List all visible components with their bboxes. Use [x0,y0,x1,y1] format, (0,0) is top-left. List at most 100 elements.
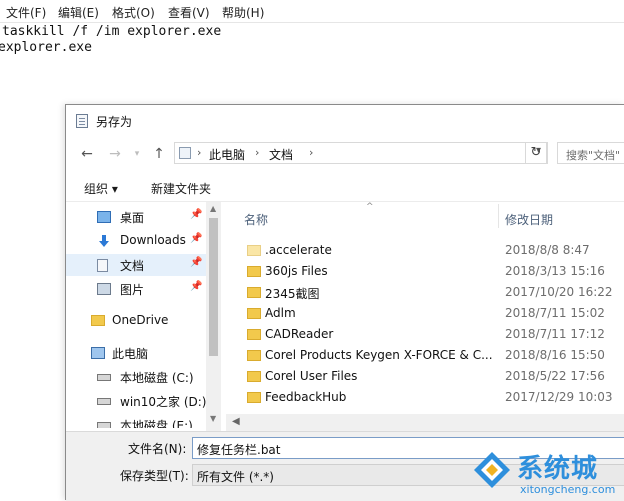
watermark-url: xitongcheng.com [520,483,616,496]
scroll-up-arrow-icon[interactable]: ▲ [210,204,216,213]
folder-icon [247,371,261,382]
address-bar[interactable]: › 此电脑 › 文档 › ▾ [174,142,548,164]
nav-item-this-pc[interactable]: 此电脑 [66,342,206,364]
column-name-header[interactable]: 名称 [244,211,268,228]
file-date: 2018/8/16 15:50 [505,348,605,362]
navigation-pane: 桌面 📌 Downloads 📌 文档 📌 图片 📌 OneDrive 此电脑 … [66,202,221,432]
nav-item-label: 本地磁盘 (C:) [120,371,194,385]
folder-icon [247,245,261,256]
column-divider[interactable] [498,204,499,228]
horizontal-scrollbar[interactable]: ◀ [226,414,624,431]
filetype-label: 保存类型(T): [120,469,189,483]
nav-item-downloads[interactable]: Downloads 📌 [66,230,206,252]
folder-icon [247,308,261,319]
dialog-toolbar: 组织 ▾ 新建文件夹 [66,173,624,201]
breadcrumb-separator: › [309,146,314,159]
pin-icon: 📌 [190,281,203,292]
file-name: Adlm [265,306,296,320]
pin-icon: 📌 [190,233,203,244]
site-watermark: 系统城 xitongcheng.com [472,446,624,499]
search-box[interactable]: 搜索"文档" [557,142,624,164]
file-name: Corel User Files [265,369,358,383]
file-row[interactable]: Corel User Files 2018/5/22 17:56 [226,366,624,387]
scroll-left-arrow-icon[interactable]: ◀ [232,416,240,427]
download-icon [97,235,111,247]
file-row[interactable]: 2345截图 2017/10/20 16:22 [226,282,624,303]
scroll-down-arrow-icon[interactable]: ▼ [210,414,216,423]
editor-line: explorer.exe [0,40,92,55]
notepad-editor[interactable]: taskkill /f /im explorer.exe explorer.exe [0,24,221,56]
back-arrow-icon[interactable]: ← [78,145,96,163]
filename-value: 修复任务栏.bat [197,443,281,457]
breadcrumb-this-pc[interactable]: 此电脑 [209,146,245,163]
file-row[interactable]: Corel Products Keygen X-FORCE & C... 201… [226,345,624,366]
nav-item-documents[interactable]: 文档 📌 [66,254,206,276]
notepad-menubar: 文件(F) 编辑(E) 格式(O) 查看(V) 帮助(H) [0,0,624,23]
forward-arrow-icon[interactable]: → [106,145,124,163]
search-input[interactable]: 搜索"文档" [566,147,620,163]
file-row[interactable]: 360js Files 2018/3/13 15:16 [226,261,624,282]
drive-icon [97,422,111,428]
column-date-header[interactable]: 修改日期 [505,211,553,228]
nav-item-pictures[interactable]: 图片 📌 [66,278,206,300]
file-date: 2018/7/11 15:02 [505,306,605,320]
folder-icon [247,287,261,298]
nav-item-label: 图片 [120,283,145,297]
notepad-icon [76,114,88,128]
nav-item-label: 此电脑 [112,347,149,361]
nav-item-onedrive[interactable]: OneDrive [66,310,206,332]
nav-item-label: 桌面 [120,211,145,225]
breadcrumb-separator: › [255,146,260,159]
dialog-titlebar[interactable]: 另存为 [66,105,624,137]
brand-logo-icon [474,452,510,488]
nav-item-label: win10之家 (D:) [120,395,207,409]
file-date: 2018/3/13 15:16 [505,264,605,278]
breadcrumb-documents[interactable]: 文档 [269,146,293,163]
file-row[interactable]: .accelerate 2018/8/8 8:47 [226,240,624,261]
new-folder-button[interactable]: 新建文件夹 [151,180,211,197]
nav-item-drive-d[interactable]: win10之家 (D:) [66,390,207,412]
column-header: ^ 名称 修改日期 [226,202,624,228]
file-list: ^ 名称 修改日期 .accelerate 2018/8/8 8:47 360j… [226,202,624,432]
picture-icon [97,283,111,295]
nav-item-label: Downloads [120,233,186,247]
pin-icon: 📌 [190,257,203,268]
recent-locations-chevron-icon[interactable]: ▾ [128,145,146,163]
menu-file[interactable]: 文件(F) [6,4,46,21]
navigation-bar: ← → ▾ ↑ › 此电脑 › 文档 › ▾ ↻ 搜索"文档" [66,137,624,171]
nav-scrollbar[interactable]: ▲ ▼ [206,202,221,432]
file-name: .accelerate [265,243,332,257]
nav-item-label: 文档 [120,259,145,273]
menu-view[interactable]: 查看(V) [168,4,210,21]
browser-content: 桌面 📌 Downloads 📌 文档 📌 图片 📌 OneDrive 此电脑 … [66,201,624,432]
file-name: 2345截图 [265,287,320,301]
refresh-icon[interactable]: ↻ [525,142,547,164]
nav-scroll-thumb[interactable] [209,218,218,356]
menu-help[interactable]: 帮助(H) [222,4,264,21]
computer-location-icon [179,147,191,159]
drive-icon [97,398,111,405]
pin-icon: 📌 [190,209,203,220]
menu-format[interactable]: 格式(O) [112,4,155,21]
nav-item-drive-e[interactable]: 本地磁盘 (E:) [66,414,206,428]
file-row[interactable]: CADReader 2018/7/11 17:12 [226,324,624,345]
file-row[interactable]: FeedbackHub 2017/12/29 10:03 [226,387,624,408]
file-date: 2017/12/29 10:03 [505,390,613,404]
breadcrumb-separator: › [197,146,202,159]
menu-edit[interactable]: 编辑(E) [58,4,99,21]
dialog-title: 另存为 [96,115,133,129]
filename-label: 文件名(N): [128,442,187,456]
nav-item-drive-c[interactable]: 本地磁盘 (C:) [66,366,206,388]
up-arrow-icon[interactable]: ↑ [150,145,168,163]
folder-icon [247,329,261,340]
file-row[interactable]: Adlm 2018/7/11 15:02 [226,303,624,324]
nav-item-desktop[interactable]: 桌面 📌 [66,206,206,228]
filetype-value: 所有文件 (*.*) [197,470,274,484]
nav-item-label: 本地磁盘 (E:) [120,419,193,428]
file-date: 2018/7/11 17:12 [505,327,605,341]
save-as-dialog: 另存为 ← → ▾ ↑ › 此电脑 › 文档 › ▾ ↻ 搜索"文档" 组织 ▾… [65,104,624,501]
drive-icon [97,374,111,381]
organize-button[interactable]: 组织 ▾ [84,180,118,197]
folder-icon [247,266,261,277]
file-name: Corel Products Keygen X-FORCE & C... [265,348,493,362]
